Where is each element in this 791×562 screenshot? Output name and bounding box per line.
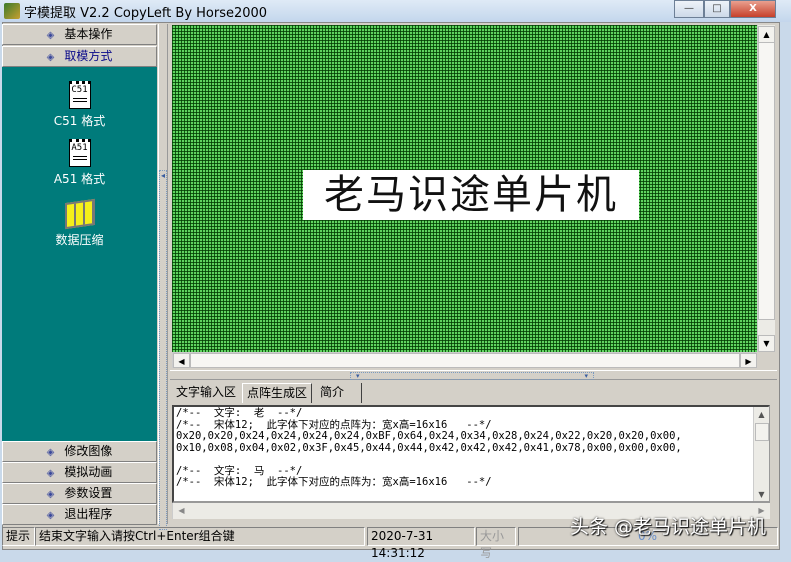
tool-label: C51 格式: [53, 114, 106, 128]
app-icon: [4, 3, 20, 19]
canvas-vertical-scrollbar[interactable]: ▲ ▼: [757, 25, 775, 352]
document-icon: A51: [68, 139, 91, 167]
watermark: 头条 @老马识途单片机: [570, 516, 767, 538]
nav-animation[interactable]: ◈ 模拟动画: [2, 462, 157, 483]
nav-label: 取模方式: [64, 49, 113, 63]
scroll-down-icon[interactable]: ▼: [758, 335, 775, 352]
tab-dot-matrix[interactable]: 点阵生成区: [242, 383, 313, 403]
diamond-icon: ◈: [46, 447, 55, 458]
document-icon: C51: [68, 81, 91, 109]
collapse-down-icon[interactable]: ▾ ▾: [350, 372, 594, 380]
tool-label: A51 格式: [53, 172, 106, 186]
diamond-icon: ◈: [46, 489, 55, 500]
output-textarea[interactable]: /*-- 文字: 老 --*//*-- 宋体12; 此字体下对应的点阵为：宽x高…: [172, 405, 770, 503]
tool-data-compress[interactable]: 数据压缩: [2, 198, 157, 248]
diamond-icon: ◈: [46, 510, 55, 521]
tool-c51-format[interactable]: C51 C51 格式: [2, 81, 157, 129]
scroll-down-icon[interactable]: ▼: [754, 487, 769, 501]
status-hint-label: 提示: [2, 527, 35, 546]
scroll-right-icon[interactable]: ▶: [740, 353, 757, 368]
canvas-horizontal-scrollbar[interactable]: ◀ ▶: [172, 352, 757, 368]
diamond-icon: ◈: [46, 468, 55, 479]
status-datetime: 2020-7-31 14:31:12: [367, 527, 475, 560]
dot-matrix-text: 老马识途单片机: [303, 170, 639, 220]
close-button[interactable]: X: [730, 0, 776, 18]
tool-a51-format[interactable]: A51 A51 格式: [2, 139, 157, 187]
tool-panel: C51 C51 格式 A51 A51 格式 数据压缩: [2, 67, 157, 441]
nav-label: 基本操作: [64, 27, 113, 41]
scroll-up-icon[interactable]: ▲: [754, 407, 769, 421]
output-vertical-scrollbar[interactable]: ▲ ▼: [753, 407, 769, 501]
window-title: 字模提取 V2.2 CopyLeft By Horse2000: [24, 6, 268, 21]
nav-mold-mode[interactable]: ◈ 取模方式: [2, 46, 157, 67]
nav-label: 参数设置: [64, 486, 113, 500]
nav-label: 模拟动画: [64, 465, 113, 479]
scroll-thumb[interactable]: [755, 423, 769, 441]
tool-label: 数据压缩: [55, 233, 104, 247]
diamond-icon: ◈: [46, 52, 55, 63]
scroll-up-icon[interactable]: ▲: [758, 26, 775, 43]
maximize-button[interactable]: □: [704, 0, 730, 18]
nav-settings[interactable]: ◈ 参数设置: [2, 483, 157, 504]
collapse-left-icon[interactable]: ◂: [159, 170, 167, 530]
nav-exit[interactable]: ◈ 退出程序: [2, 504, 157, 525]
scroll-thumb[interactable]: [758, 42, 775, 320]
nav-edit-image[interactable]: ◈ 修改图像: [2, 441, 157, 462]
scroll-left-icon[interactable]: ◀: [173, 503, 190, 520]
nav-label: 退出程序: [64, 507, 113, 521]
scroll-left-icon[interactable]: ◀: [173, 353, 190, 368]
tab-intro[interactable]: 简介: [316, 383, 362, 403]
status-message: 结束文字输入请按Ctrl+Enter组合键: [35, 527, 365, 546]
nav-label: 修改图像: [64, 444, 113, 458]
nav-basic-ops[interactable]: ◈ 基本操作: [2, 24, 157, 45]
diamond-icon: ◈: [46, 30, 55, 41]
status-caps: 大小写: [476, 527, 516, 560]
scroll-thumb[interactable]: [190, 353, 740, 368]
tab-text-input[interactable]: 文字输入区: [172, 383, 240, 403]
minimize-button[interactable]: —: [674, 0, 704, 18]
cube-icon: [64, 198, 95, 230]
